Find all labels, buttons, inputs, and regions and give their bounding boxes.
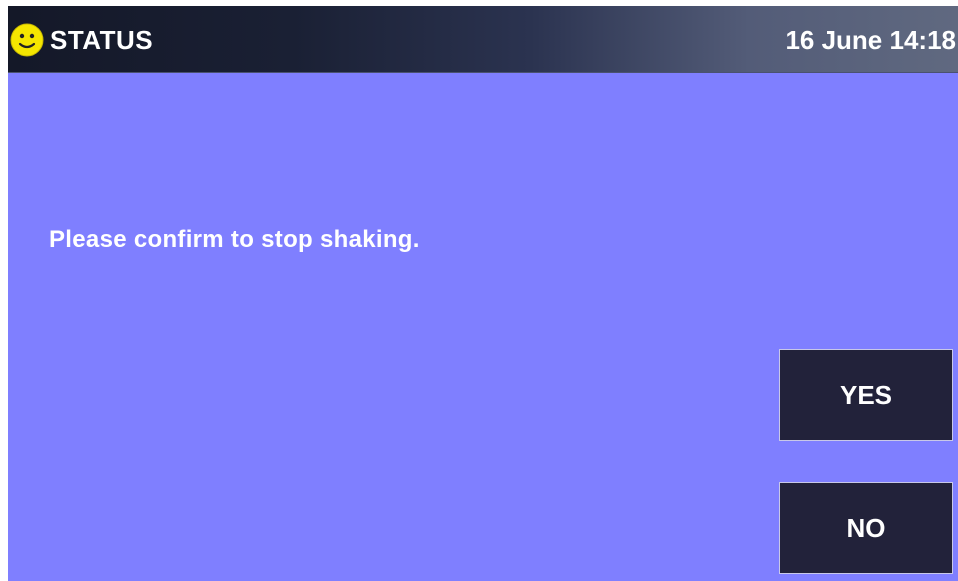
header-bar: STATUS 16 June 14:18 — [8, 6, 958, 73]
confirm-message: Please confirm to stop shaking. — [49, 226, 420, 253]
no-button[interactable]: NO — [779, 482, 953, 574]
header-title-group: STATUS — [10, 23, 153, 57]
smiley-face-icon — [10, 23, 44, 57]
header-datetime: 16 June 14:18 — [785, 25, 956, 55]
status-screen: STATUS 16 June 14:18 Please confirm to s… — [8, 6, 958, 581]
header-title: STATUS — [50, 25, 154, 55]
yes-button[interactable]: YES — [779, 349, 953, 441]
